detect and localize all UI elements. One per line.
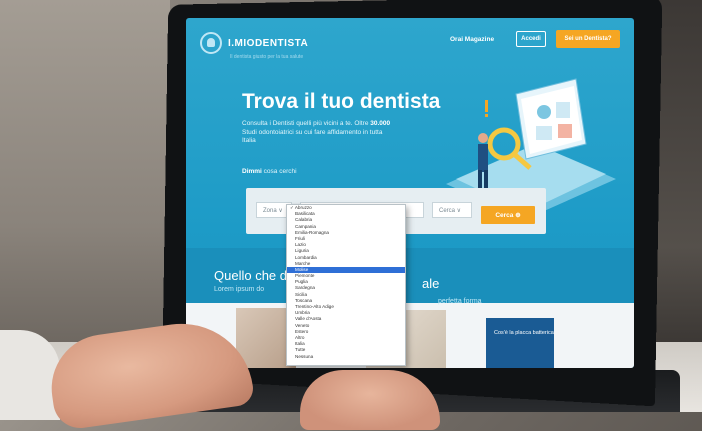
nav-magazine-link[interactable]: Orai Magazine [450, 36, 494, 43]
dentist-signup-button[interactable]: Sei un Dentista? [556, 30, 620, 48]
section-subtitle-left: Lorem ipsum do [214, 286, 265, 293]
search-hint: Dimmi cosa cerchi [242, 168, 297, 175]
tooth-logo-icon [200, 32, 222, 54]
right-hand [300, 370, 440, 430]
hero-description: Consulta i Dentisti quelli più vicini a … [242, 120, 391, 144]
section-subtitle-right: perfetta forma [438, 298, 482, 305]
section-title-left: Quello che d [214, 268, 287, 283]
login-button[interactable]: Accedi [516, 31, 546, 47]
laptop-screen: I.MIODENTISTA Il dentista giusto per la … [186, 18, 634, 368]
hero-title: Trova il tuo dentista [242, 90, 441, 113]
article-card-text: Cos'è la placca batterica [494, 330, 554, 336]
category-select[interactable]: Cerca ∨ [432, 202, 472, 218]
dropdown-option[interactable]: Nessuna [287, 354, 405, 360]
logo[interactable]: I.MIODENTISTA [200, 32, 308, 54]
site-header: I.MIODENTISTA Il dentista giusto per la … [186, 18, 634, 64]
logo-text: I.MIODENTISTA [228, 37, 309, 49]
logo-tagline: Il dentista giusto per la tua salute [230, 54, 304, 60]
section-title-right: ale [422, 276, 440, 291]
search-button[interactable]: Cerca ⊕ [481, 206, 535, 224]
region-dropdown-list[interactable]: ✓ Abruzzo Basilicata Calabria Campania Emili… [286, 204, 406, 366]
article-card[interactable]: Cos'è la placca batterica [486, 318, 554, 368]
